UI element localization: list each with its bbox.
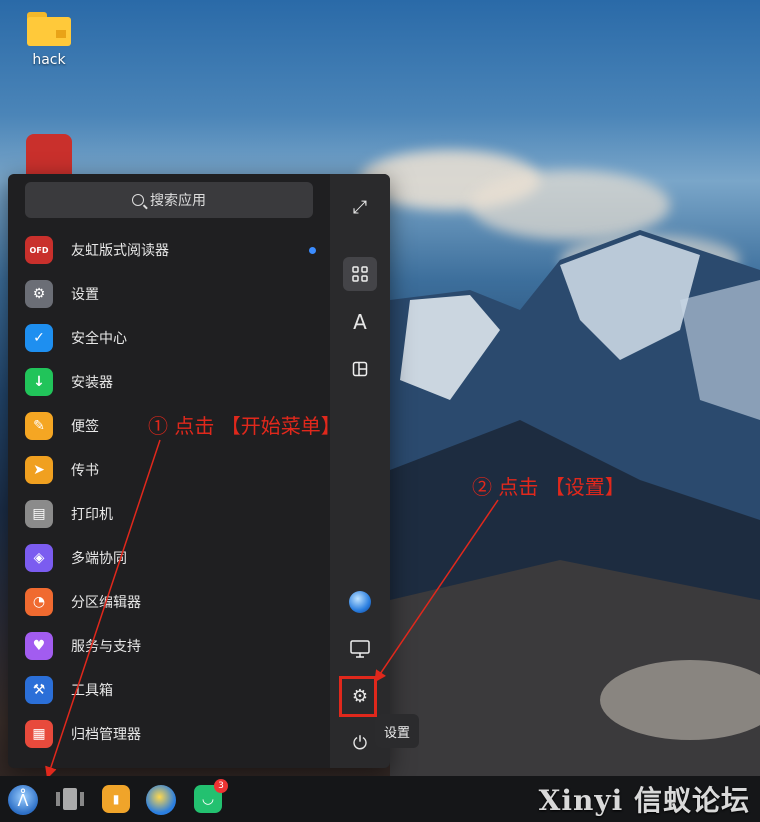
app-list-item[interactable]: ◔ 分区编辑器 [25,582,320,622]
note-icon: ✎ [25,412,53,440]
kylin-logo-icon: ᐰ [17,790,29,810]
app-list-item-label: 服务与支持 [71,639,141,655]
bag-icon: ◡ [201,791,215,807]
app-list-item-label: 分区编辑器 [71,595,141,611]
category-icon[interactable] [343,352,377,386]
search-input[interactable]: 搜索应用 [25,182,313,218]
desktop-icon-label: hack [32,52,66,68]
archive-icon: ▦ [25,720,53,748]
app-list-item-label: 便签 [71,419,99,435]
search-placeholder: 搜索应用 [150,193,206,209]
settings-tooltip: 设置 [375,714,419,748]
notification-badge: 3 [214,779,228,793]
zip-icon: ▮ [112,792,120,806]
settings-highlight-box [339,676,377,717]
start-menu: 搜索应用 OFD 友虹版式阅读器 ⚙ 设置 ✓ 安全中心 ↓ 安装器 ✎ 便签 ➤ 传书 ▤ 打印机 ◈ 多端… [8,174,390,768]
heart-icon: ♥ [25,632,53,660]
desktop-icon-ofd-reader[interactable] [14,134,84,174]
tooltip-text: 设置 [383,725,410,741]
shield-icon: ✓ [25,324,53,352]
desktop-icon[interactable] [343,632,377,666]
collaboration-icon: ◈ [25,544,53,572]
app-list-item-label: 安装器 [71,375,113,391]
toolbox-icon: ⚒ [25,676,53,704]
watermark: Xinyi 信蚁论坛 [538,784,750,817]
start-menu-button[interactable]: ᐰ [8,785,38,815]
fullscreen-icon[interactable]: ⤢ [343,190,377,224]
app-list-item[interactable]: ▤ 打印机 [25,494,320,534]
send-icon: ➤ [25,456,53,484]
app-list-item-label: 工具箱 [71,683,113,699]
step2-annotation: ② 点击 【设置】 [472,475,625,499]
desktop-icon-hack[interactable]: hack [14,12,84,68]
app-list-panel: 搜索应用 OFD 友虹版式阅读器 ⚙ 设置 ✓ 安全中心 ↓ 安装器 ✎ 便签 ➤ 传书 ▤ 打印机 ◈ 多端… [8,174,330,768]
app-list-item-label: 归档管理器 [71,727,141,743]
download-icon: ↓ [25,368,53,396]
archive-manager-taskbar-icon[interactable]: ▮ [102,785,130,813]
app-list-item[interactable]: ♥ 服务与支持 [25,626,320,666]
new-app-indicator [309,247,316,254]
ofd-reader-icon: OFD [25,236,53,264]
app-list-item-label: 传书 [71,463,99,479]
app-list-item-label: 多端协同 [71,551,127,567]
ofd-reader-icon [26,134,72,174]
app-list-item[interactable]: OFD 友虹版式阅读器 [25,230,320,270]
browser-icon[interactable] [343,585,377,619]
folder-icon [27,12,71,46]
browser-taskbar-icon[interactable] [146,785,176,815]
printer-icon: ▤ [25,500,53,528]
letter-sort-icon[interactable]: A [343,305,377,339]
power-button[interactable]: ⏻ [343,726,377,760]
search-icon [132,194,144,206]
app-list-item-label: 设置 [71,287,99,303]
app-list-item[interactable]: ✓ 安全中心 [25,318,320,358]
app-list-item[interactable]: ◈ 多端协同 [25,538,320,578]
grid-view-icon[interactable] [343,257,377,291]
partition-icon: ◔ [25,588,53,616]
power-icon: ⏻ [352,732,368,754]
app-list-item[interactable]: ↓ 安装器 [25,362,320,402]
app-list-item-label: 友虹版式阅读器 [71,243,169,259]
step1-annotation: ① 点击 【开始菜单】 [148,414,341,438]
app-store-taskbar-icon[interactable]: ◡ 3 [194,779,228,813]
app-list-item[interactable]: ➤ 传书 [25,450,320,490]
app-list-item-label: 安全中心 [71,331,127,347]
app-list-item[interactable]: ▦ 归档管理器 [25,714,320,754]
settings-icon: ⚙ [25,280,53,308]
multitask-view-button[interactable] [56,785,84,813]
app-list-item-label: 打印机 [71,507,113,523]
app-list-item[interactable]: ⚒ 工具箱 [25,670,320,710]
app-list-item[interactable]: ⚙ 设置 [25,274,320,314]
